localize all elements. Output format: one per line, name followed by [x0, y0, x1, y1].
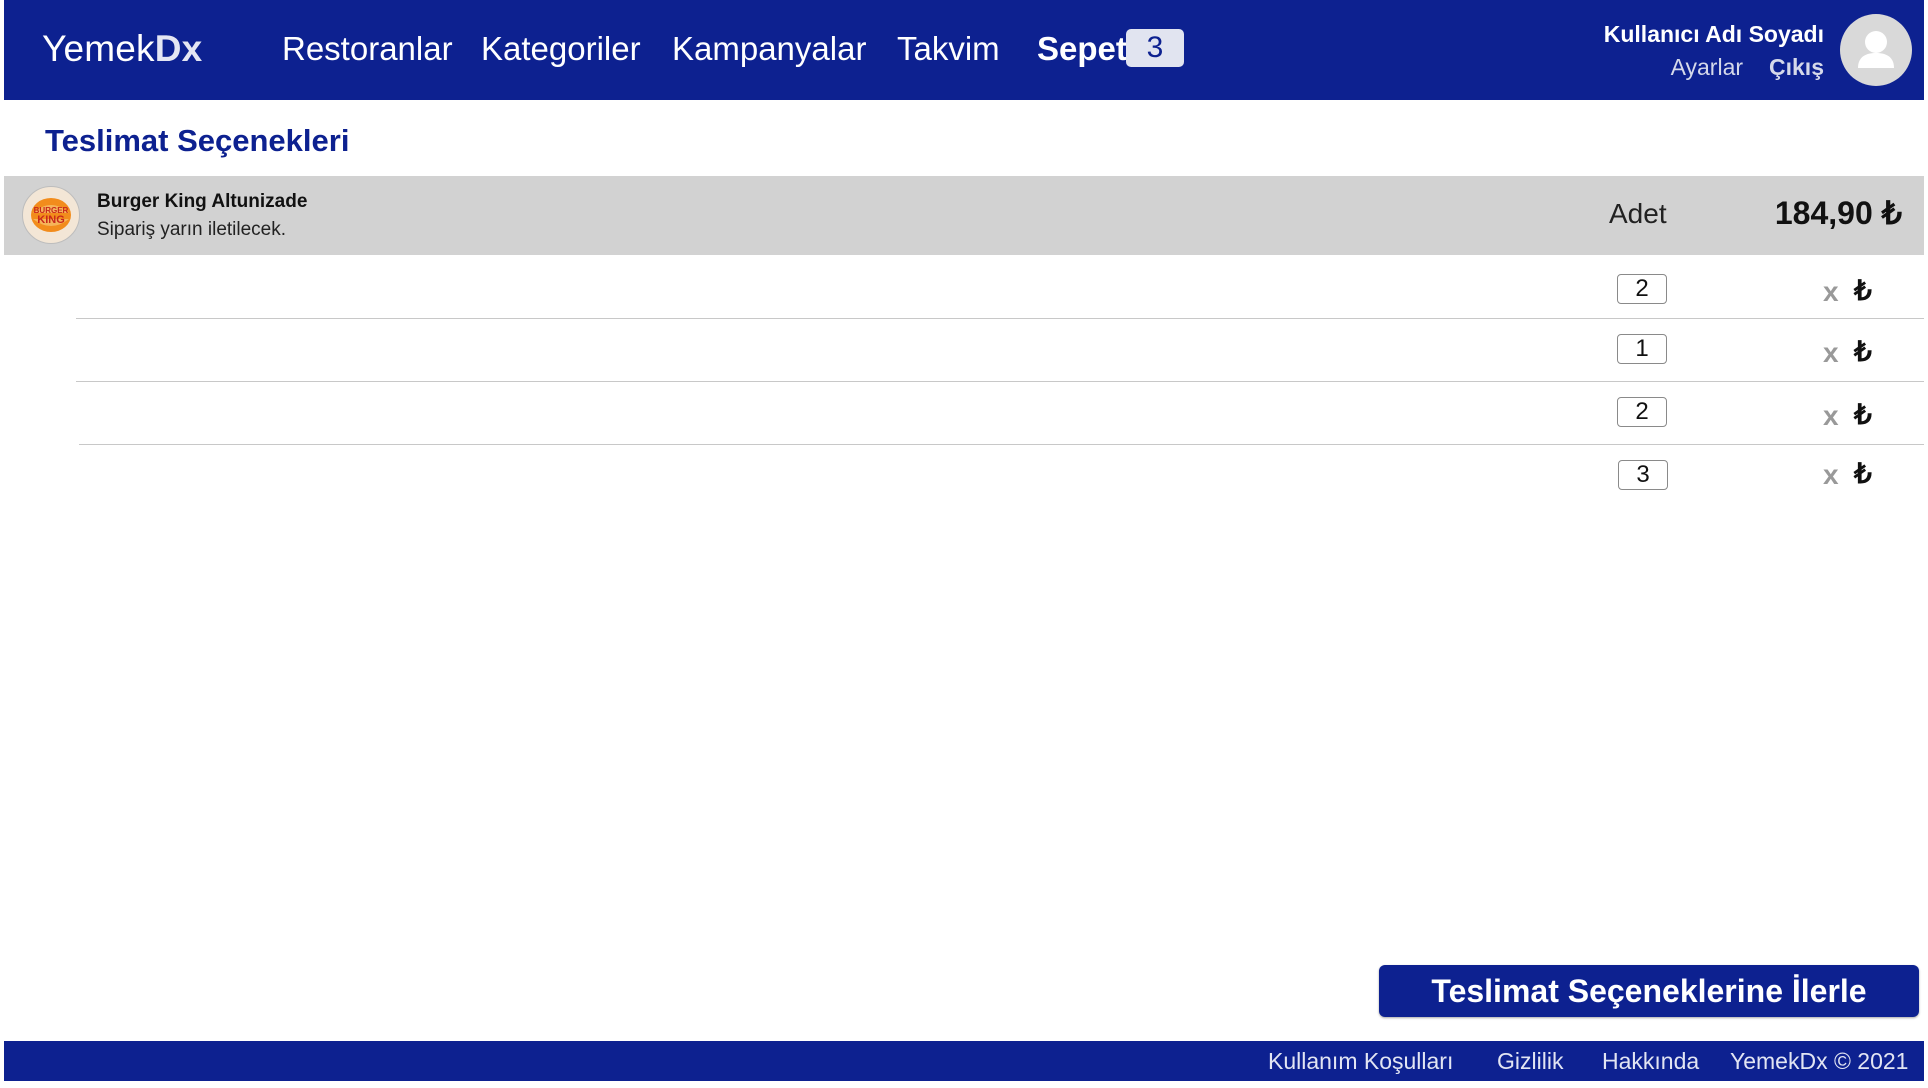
brand-suffix: Dx	[154, 28, 203, 69]
footer-copyright: YemekDx © 2021	[1730, 1048, 1909, 1074]
nav-cart[interactable]: Sepet	[1037, 30, 1127, 68]
cart-count-badge[interactable]: 3	[1126, 29, 1184, 67]
nav-campaigns[interactable]: Kampanyalar	[672, 30, 866, 68]
remove-item-button[interactable]: x	[1823, 400, 1839, 432]
brand-prefix: Yemek	[42, 28, 155, 69]
footer-about-link[interactable]: Hakkında	[1602, 1048, 1699, 1075]
restaurant-name: Burger King Altunizade	[97, 191, 308, 212]
item-price: ₺	[1854, 458, 1872, 489]
nav-categories[interactable]: Kategoriler	[481, 30, 641, 68]
restaurant-logo: BURGER KING	[22, 186, 80, 244]
avatar[interactable]	[1840, 14, 1912, 86]
nav-cart-label: Sepet	[1037, 30, 1127, 67]
quantity-input[interactable]: 2	[1617, 397, 1667, 427]
item-price: ₺	[1854, 399, 1872, 430]
user-links: Ayarlar Çıkış	[1671, 54, 1824, 81]
page-title: Teslimat Seçenekleri	[45, 123, 350, 158]
quantity-input[interactable]: 1	[1617, 334, 1667, 364]
order-total: 184,90 ₺	[1774, 195, 1902, 231]
logo-text-bottom: KING	[37, 214, 65, 226]
list-item: 2 x ₺	[4, 256, 1924, 318]
burger-king-logo: BURGER KING	[31, 198, 71, 232]
footer: Kullanım Koşulları Gizlilik Hakkında Yem…	[4, 1041, 1924, 1081]
quantity-column-header: Adet	[1609, 198, 1667, 229]
nav-calendar[interactable]: Takvim	[897, 30, 1000, 68]
list-item: 1 x ₺	[4, 318, 1924, 380]
quantity-input[interactable]: 3	[1618, 460, 1668, 490]
remove-item-button[interactable]: x	[1823, 276, 1839, 308]
restaurant-delivery-note: Sipariş yarın iletilecek.	[97, 219, 287, 240]
logout-link[interactable]: Çıkış	[1769, 54, 1824, 80]
nav-restaurants[interactable]: Restoranlar	[282, 30, 453, 68]
proceed-to-delivery-button[interactable]: Teslimat Seçeneklerine İlerle	[1379, 965, 1919, 1017]
top-navbar: YemekDx Restoranlar Kategoriler Kampanya…	[4, 0, 1924, 100]
page: YemekDx Restoranlar Kategoriler Kampanya…	[4, 0, 1924, 1084]
footer-terms-link[interactable]: Kullanım Koşulları	[1268, 1048, 1453, 1075]
item-price: ₺	[1854, 275, 1872, 306]
settings-link[interactable]: Ayarlar	[1671, 54, 1743, 80]
list-item: 2 x ₺	[4, 381, 1924, 443]
remove-item-button[interactable]: x	[1823, 337, 1839, 369]
list-item: 3 x ₺	[4, 444, 1924, 506]
brand-logo[interactable]: YemekDx	[42, 28, 202, 70]
footer-privacy-link[interactable]: Gizlilik	[1497, 1048, 1563, 1075]
user-name: Kullanıcı Adı Soyadı	[1603, 21, 1824, 47]
restaurant-header: BURGER KING Burger King Altunizade Sipar…	[4, 176, 1924, 255]
user-icon	[1858, 31, 1894, 68]
quantity-input[interactable]: 2	[1617, 274, 1667, 304]
item-price: ₺	[1854, 336, 1872, 367]
remove-item-button[interactable]: x	[1823, 459, 1839, 491]
